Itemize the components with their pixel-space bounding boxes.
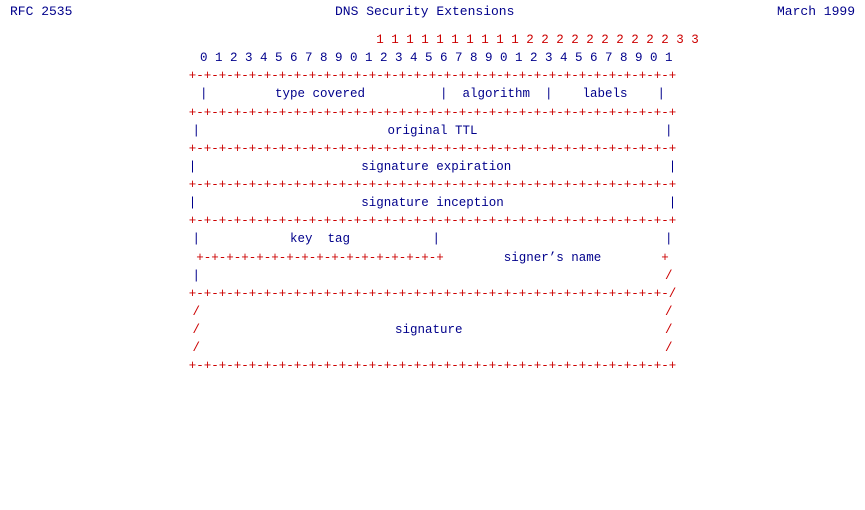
slash-row-3: / / bbox=[10, 339, 855, 357]
divider-4: +-+-+-+-+-+-+-+-+-+-+-+-+-+-+-+-+-+-+-+-… bbox=[10, 212, 855, 230]
field-row-signer-content: | / bbox=[10, 267, 855, 285]
field-row-keytag: | key tag | | bbox=[10, 230, 855, 248]
field-row-ttl: | original TTL | bbox=[10, 122, 855, 140]
page: RFC 2535 DNS Security Extensions March 1… bbox=[0, 0, 865, 510]
field-row-signer-div: +-+-+-+-+-+-+-+-+-+-+-+-+-+-+-+-+ signer… bbox=[10, 249, 855, 267]
divider-slash: +-+-+-+-+-+-+-+-+-+-+-+-+-+-+-+-+-+-+-+-… bbox=[10, 285, 855, 303]
divider-final: +-+-+-+-+-+-+-+-+-+-+-+-+-+-+-+-+-+-+-+-… bbox=[10, 357, 855, 375]
header: RFC 2535 DNS Security Extensions March 1… bbox=[10, 4, 855, 19]
diagram: 1 1 1 1 1 1 1 1 1 1 2 2 2 2 2 2 2 2 2 2 … bbox=[10, 31, 855, 375]
bit-row-nums: 0 1 2 3 4 5 6 7 8 9 0 1 2 3 4 5 6 7 8 9 … bbox=[10, 49, 855, 67]
divider-2: +-+-+-+-+-+-+-+-+-+-+-+-+-+-+-+-+-+-+-+-… bbox=[10, 140, 855, 158]
divider-3: +-+-+-+-+-+-+-+-+-+-+-+-+-+-+-+-+-+-+-+-… bbox=[10, 176, 855, 194]
divider-0: +-+-+-+-+-+-+-+-+-+-+-+-+-+-+-+-+-+-+-+-… bbox=[10, 67, 855, 85]
slash-row-1: / / bbox=[10, 303, 855, 321]
header-left: RFC 2535 bbox=[10, 4, 72, 19]
field-row-type: | type covered | algorithm | labels | bbox=[10, 85, 855, 103]
slash-row-sig: / signature / bbox=[10, 321, 855, 339]
header-right: March 1999 bbox=[777, 4, 855, 19]
field-row-sig-exp: | signature expiration | bbox=[10, 158, 855, 176]
divider-1: +-+-+-+-+-+-+-+-+-+-+-+-+-+-+-+-+-+-+-+-… bbox=[10, 104, 855, 122]
field-row-sig-inc: | signature inception | bbox=[10, 194, 855, 212]
bit-row-top: 1 1 1 1 1 1 1 1 1 1 2 2 2 2 2 2 2 2 2 2 … bbox=[10, 31, 855, 49]
header-center: DNS Security Extensions bbox=[72, 4, 777, 19]
